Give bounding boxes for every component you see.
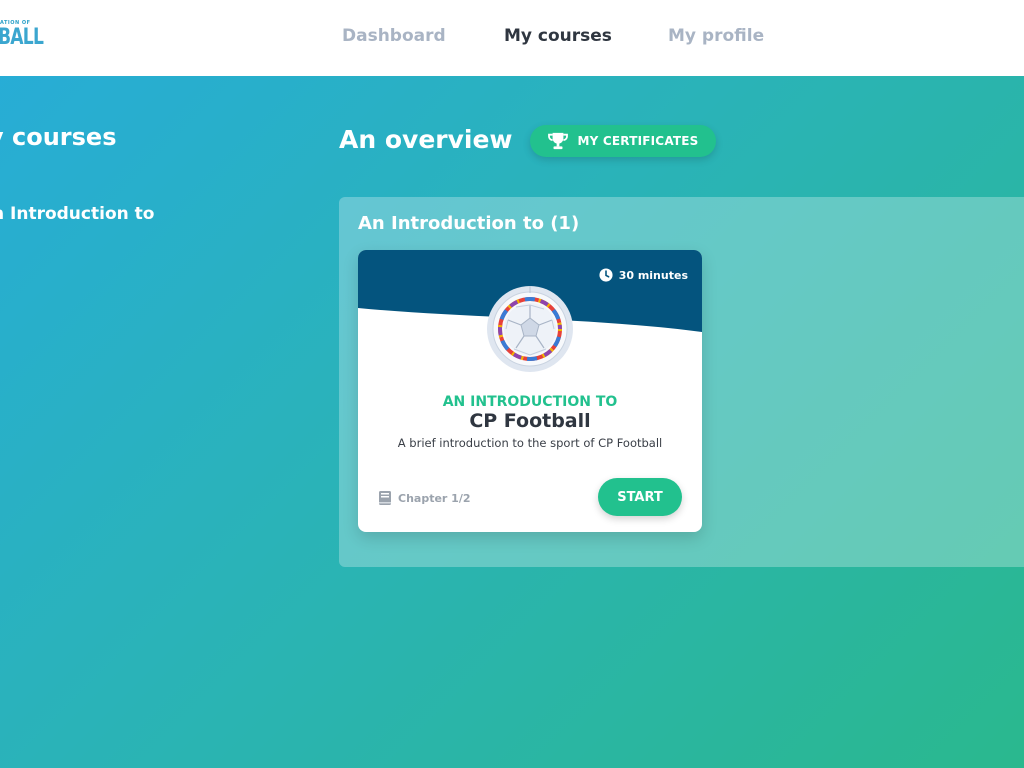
main-nav: Dashboard My courses My profile: [0, 26, 1024, 50]
trophy-icon: [548, 132, 569, 150]
book-icon: [379, 491, 391, 505]
chapter-progress: Chapter 1/2: [378, 490, 471, 506]
my-certificates-label: MY CERTIFICATES: [577, 134, 699, 148]
course-subtitle: AN INTRODUCTION TO: [442, 394, 618, 410]
sidebar-item-introduction[interactable]: n Introduction to: [0, 204, 154, 224]
clock-icon: [599, 268, 613, 282]
chapter-label: Chapter 1/2: [398, 491, 471, 505]
nav-item-my-profile[interactable]: My profile: [668, 26, 764, 46]
course-duration: 30 minutes: [599, 268, 688, 282]
category-panel: An Introduction to (1) 30 minutes AN INT…: [339, 197, 1024, 567]
top-bar: ATION OF BALL Dashboard My courses My pr…: [0, 0, 1024, 76]
my-certificates-button[interactable]: MY CERTIFICATES: [530, 125, 716, 157]
sidebar-title: y courses: [0, 123, 117, 151]
category-title: An Introduction to (1): [358, 213, 580, 234]
course-duration-label: 30 minutes: [618, 268, 688, 282]
course-name: CP Football: [469, 410, 591, 432]
start-button[interactable]: START: [598, 478, 682, 516]
nav-item-my-courses[interactable]: My courses: [504, 26, 612, 46]
nav-item-dashboard[interactable]: Dashboard: [342, 26, 446, 46]
course-description: A brief introduction to the sport of CP …: [397, 436, 663, 450]
soccer-ball-icon: [487, 286, 573, 372]
course-card[interactable]: 30 minutes AN INTRODUCTION TO CP Footbal…: [358, 250, 702, 532]
page-title: An overview: [339, 125, 513, 154]
